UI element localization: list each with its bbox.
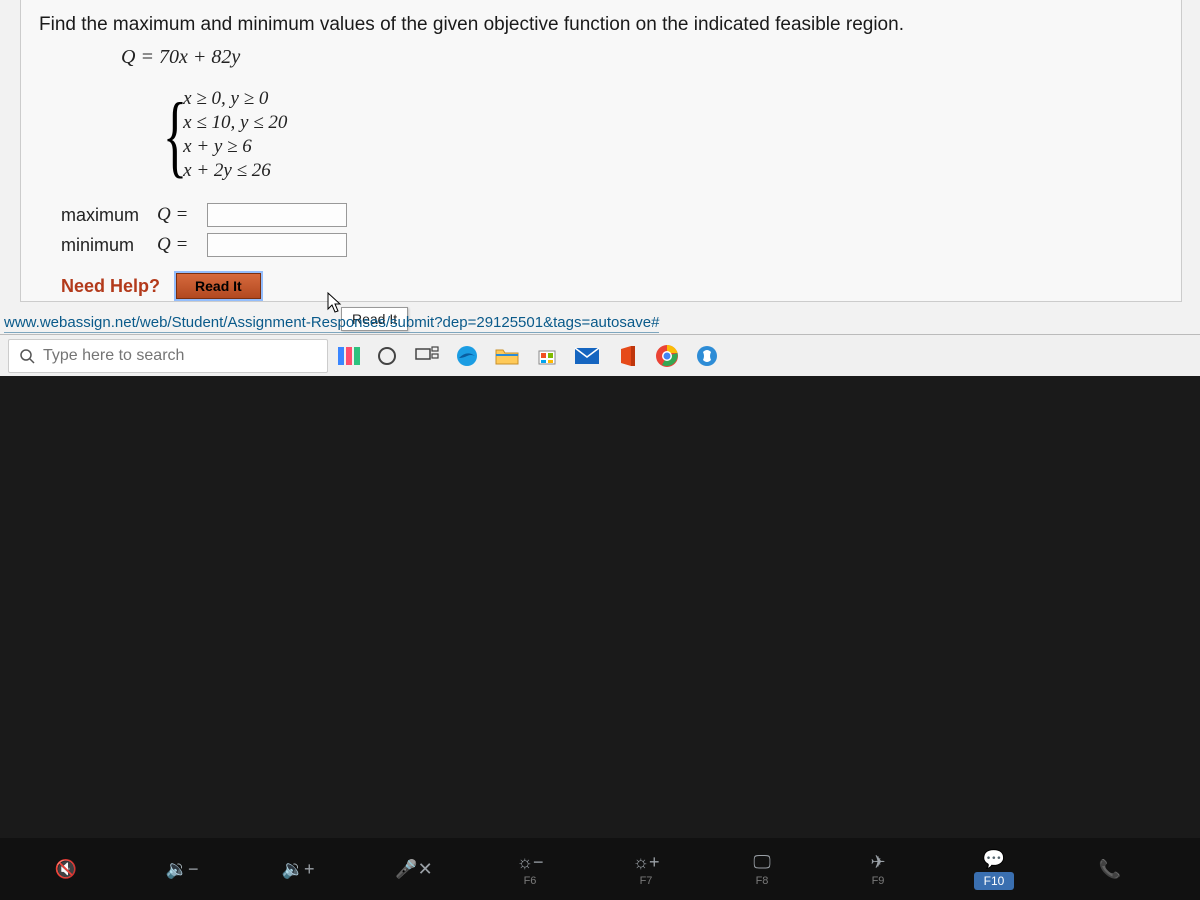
objective-function: Q = 70x + 82y	[121, 46, 1163, 69]
problem-prompt: Find the maximum and minimum values of t…	[39, 14, 1163, 36]
key-brightness-down: ☼− F6	[500, 852, 560, 887]
key-label: F9	[872, 875, 885, 887]
keyboard-fn-row: 🔇 🔉− 🔉+ 🎤✕ ☼− F6 ☼+ F7 🖵 F8 ✈ F9 💬 F10 📞	[0, 838, 1200, 900]
taskbar	[0, 334, 1200, 376]
file-explorer-icon[interactable]	[494, 343, 520, 369]
office-icon[interactable]	[614, 343, 640, 369]
task-view-icon[interactable]	[414, 343, 440, 369]
key-airplane: ✈ F9	[848, 852, 908, 887]
constraint-line: x + y ≥ 6	[183, 135, 287, 159]
volume-down-icon: 🔉−	[166, 859, 199, 880]
mic-off-icon: 🎤✕	[395, 859, 433, 880]
brightness-up-icon: ☼+	[632, 852, 659, 873]
edge-icon[interactable]	[454, 343, 480, 369]
key-brightness-up: ☼+ F7	[616, 852, 676, 887]
key-label: F6	[524, 875, 537, 887]
key-chat: 💬 F10	[964, 849, 1024, 890]
answer-section: maximum Q = minimum Q =	[61, 203, 1163, 257]
max-label: maximum	[61, 205, 147, 226]
store-icon[interactable]	[534, 343, 560, 369]
read-it-button[interactable]: Read It	[176, 273, 261, 299]
problem-panel: Find the maximum and minimum values of t…	[20, 0, 1182, 302]
brace-icon: {	[163, 89, 187, 181]
key-phone: 📞	[1080, 859, 1140, 880]
min-label: minimum	[61, 235, 147, 256]
chrome-icon[interactable]	[654, 343, 680, 369]
constraint-line: x ≥ 0, y ≥ 0	[183, 87, 287, 111]
constraint-line: x ≤ 10, y ≤ 20	[183, 111, 287, 135]
key-mic-off: 🎤✕	[384, 859, 444, 880]
minimum-row: minimum Q =	[61, 233, 1163, 257]
cortana-icon[interactable]	[374, 343, 400, 369]
constraint-lines: x ≥ 0, y ≥ 0 x ≤ 10, y ≤ 20 x + y ≥ 6 x …	[183, 85, 287, 185]
key-vol-down: 🔉−	[152, 859, 212, 880]
taskbar-search[interactable]	[8, 339, 328, 373]
key-vol-up: 🔉+	[268, 859, 328, 880]
url-text: www.webassign.net/web/Student/Assignment…	[4, 314, 659, 333]
display-icon: 🖵	[753, 852, 770, 873]
mail-icon[interactable]	[574, 343, 600, 369]
q-equals: Q =	[157, 204, 197, 226]
app-screen: Find the maximum and minimum values of t…	[0, 0, 1200, 352]
key-display: 🖵 F8	[732, 852, 792, 887]
key-label: F7	[640, 875, 653, 887]
key-label: F10	[974, 872, 1015, 890]
accent-icon	[338, 347, 360, 365]
chat-icon: 💬	[983, 849, 1005, 870]
maximum-row: maximum Q =	[61, 203, 1163, 227]
status-url: www.webassign.net/web/Student/Assignment…	[0, 312, 663, 333]
max-input[interactable]	[207, 203, 347, 227]
phone-icon: 📞	[1099, 859, 1121, 880]
search-icon	[19, 348, 35, 364]
key-mute: 🔇	[36, 859, 96, 880]
q-equals: Q =	[157, 234, 197, 256]
search-input[interactable]	[43, 347, 317, 365]
volume-up-icon: 🔉+	[282, 859, 315, 880]
constraints-block: { x ≥ 0, y ≥ 0 x ≤ 10, y ≤ 20 x + y ≥ 6 …	[143, 85, 1163, 185]
min-input[interactable]	[207, 233, 347, 257]
constraint-line: x + 2y ≤ 26	[183, 159, 287, 183]
mute-icon: 🔇	[55, 859, 77, 880]
need-help-row: Need Help? Read It Read It	[61, 273, 1163, 299]
brightness-down-icon: ☼−	[516, 852, 543, 873]
need-help-label: Need Help?	[61, 276, 160, 297]
airplane-icon: ✈	[870, 852, 885, 873]
app-icon[interactable]	[694, 343, 720, 369]
key-label: F8	[756, 875, 769, 887]
